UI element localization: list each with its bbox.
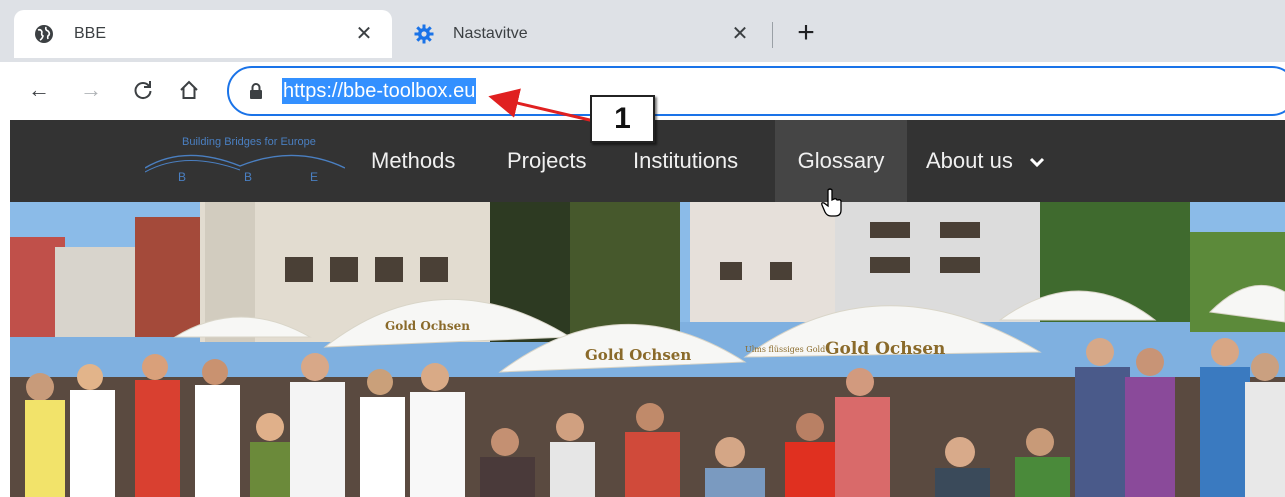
menu-item-projects[interactable]: Projects [507, 120, 586, 202]
logo-letters: BBE [178, 170, 376, 184]
menu-item-about-us[interactable]: About us [926, 120, 1045, 202]
umbrella-brand: Gold Ochsen [385, 319, 470, 333]
reload-button[interactable] [128, 75, 158, 105]
forward-button[interactable]: → [76, 75, 106, 105]
tab-nastavitve[interactable]: Nastavitve ✕ [398, 10, 768, 58]
chevron-down-icon [1029, 158, 1045, 168]
logo-letter: B [244, 170, 253, 184]
tab-bbe[interactable]: BBE ✕ [14, 10, 392, 58]
globe-icon [35, 25, 53, 43]
back-button[interactable]: ← [24, 75, 54, 105]
url-text[interactable]: https://bbe-toolbox.eu [282, 78, 477, 104]
umbrella-brand: Gold Ochsen [585, 346, 691, 364]
tab-strip: BBE ✕ Nastavitve ✕ + [0, 0, 1285, 62]
gear-icon [414, 24, 434, 44]
tab-divider [772, 22, 773, 48]
close-icon[interactable]: ✕ [352, 22, 376, 46]
menu-item-label: About us [926, 148, 1013, 173]
umbrella-brand: Gold Ochsen [825, 339, 945, 359]
umbrella-small: Ulms flüssiges Gold [745, 345, 825, 354]
new-tab-button[interactable]: + [790, 18, 822, 50]
lock-icon [250, 83, 262, 99]
address-bar[interactable]: https://bbe-toolbox.eu [227, 66, 1285, 116]
annotation-callout: 1 [590, 95, 655, 143]
hero-photo: Gold Ochsen Gold Ochsen Gold Ochsen Ulms… [10, 202, 1285, 497]
tab-title: BBE [74, 25, 107, 42]
hero-photo-illustration: Gold Ochsen Gold Ochsen Gold Ochsen Ulms… [10, 202, 1285, 497]
home-icon [180, 80, 198, 99]
hand-cursor-icon [821, 188, 842, 217]
close-icon[interactable]: ✕ [728, 22, 752, 46]
tab-title: Nastavitve [453, 25, 528, 42]
reload-icon [134, 81, 152, 100]
logo-letter: E [310, 170, 319, 184]
logo-tagline: Building Bridges for Europe [182, 136, 316, 148]
logo-letter: B [178, 170, 187, 184]
home-button[interactable] [174, 75, 204, 105]
menu-item-methods[interactable]: Methods [371, 120, 455, 202]
